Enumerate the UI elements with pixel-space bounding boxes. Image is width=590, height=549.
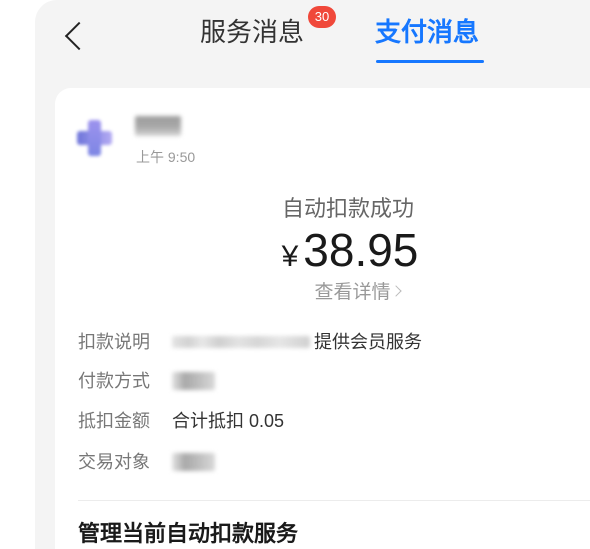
currency-symbol: ¥ <box>281 240 299 273</box>
payment-message-card: 上午 9:50 自动扣款成功 ¥38.95 查看详情 扣款说明 提供会员服务 付… <box>55 88 590 549</box>
payment-status: 自动扣款成功 <box>281 196 414 221</box>
sender-name-redacted <box>135 116 181 136</box>
redacted-text <box>172 372 215 390</box>
detail-row-payment-method: 付款方式 <box>78 369 215 393</box>
row-label: 付款方式 <box>78 371 150 391</box>
back-button[interactable] <box>58 18 94 54</box>
detail-row-deduction-description: 扣款说明 提供会员服务 <box>78 330 422 354</box>
row-value <box>172 453 215 471</box>
tab-service-messages[interactable]: 服务消息 <box>200 16 304 48</box>
redacted-text <box>172 336 310 348</box>
manage-auto-deduction-link[interactable]: 管理当前自动扣款服务 <box>78 520 298 548</box>
row-value <box>172 372 215 390</box>
chevron-right-icon <box>389 285 402 297</box>
detail-row-counterparty: 交易对象 <box>78 450 215 474</box>
row-value: 提供会员服务 <box>172 330 422 354</box>
detail-row-discount-amount: 抵扣金额 合计抵扣 0.05 <box>78 409 284 433</box>
message-time: 上午 9:50 <box>136 149 196 165</box>
row-label: 抵扣金额 <box>78 411 150 431</box>
sender-avatar <box>77 120 112 156</box>
payment-amount: ¥38.95 <box>200 224 500 288</box>
chevron-left-icon <box>64 21 94 51</box>
row-label: 扣款说明 <box>78 332 150 352</box>
divider <box>78 500 590 501</box>
row-label: 交易对象 <box>78 452 150 472</box>
amount-value: 38.95 <box>303 224 419 276</box>
row-value-text: 合计抵扣 0.05 <box>172 411 285 431</box>
row-value: 合计抵扣 0.05 <box>172 409 284 433</box>
row-value-text: 提供会员服务 <box>314 332 422 352</box>
tab-payment-messages[interactable]: 支付消息 <box>375 16 479 48</box>
unread-badge: 30 <box>308 6 336 28</box>
redacted-text <box>172 453 215 471</box>
view-details-link[interactable]: 查看详情 <box>207 281 507 305</box>
active-tab-indicator <box>376 60 484 63</box>
view-details-label: 查看详情 <box>314 282 391 303</box>
